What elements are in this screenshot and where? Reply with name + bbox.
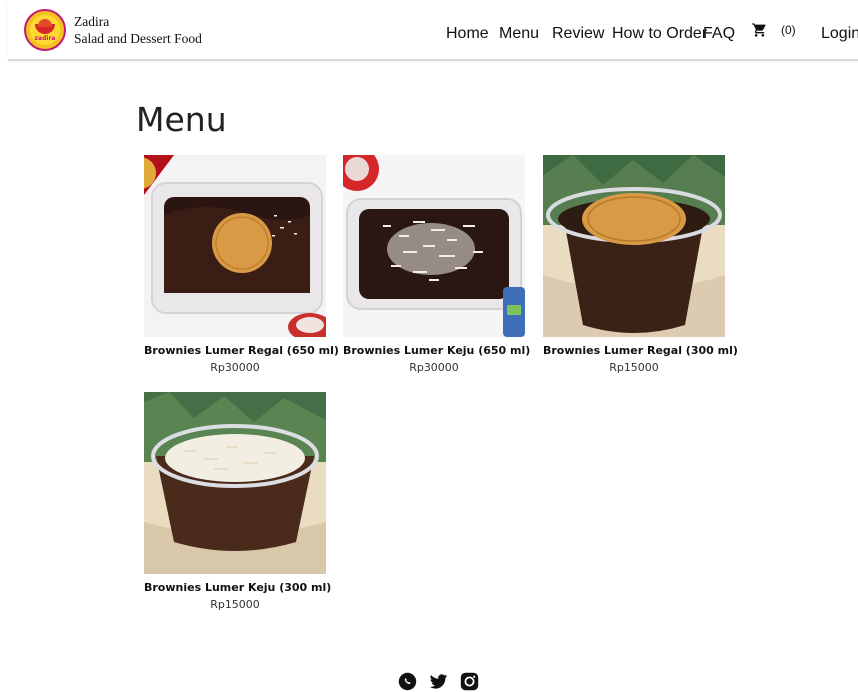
product-price: Rp30000: [210, 361, 260, 374]
product-name[interactable]: Brownies Lumer Keju (300 ml): [144, 581, 331, 594]
whatsapp-icon[interactable]: [398, 672, 417, 691]
twitter-icon[interactable]: [429, 672, 448, 691]
product-card-brownies-keju-650[interactable]: Brownies Lumer Keju (650 ml) Rp30000: [343, 155, 530, 374]
cart-button[interactable]: (0): [751, 22, 796, 38]
instagram-icon[interactable]: [460, 672, 479, 691]
product-image[interactable]: [343, 155, 525, 337]
nav-menu[interactable]: Menu: [499, 25, 539, 43]
nav-login[interactable]: Login: [821, 25, 858, 43]
product-image[interactable]: [144, 392, 326, 574]
product-card-brownies-regal-650[interactable]: Brownies Lumer Regal (650 ml) Rp30000: [144, 155, 339, 374]
cart-count: (0): [781, 23, 796, 37]
product-image[interactable]: [543, 155, 725, 337]
social-links: [398, 672, 479, 691]
nav-review[interactable]: Review: [552, 25, 604, 43]
product-image[interactable]: [144, 155, 326, 337]
product-card-brownies-keju-300[interactable]: Brownies Lumer Keju (300 ml) Rp15000: [144, 392, 331, 611]
main-nav: Home Menu Review How to Order FAQ (0) Lo…: [8, 0, 858, 61]
product-price: Rp15000: [609, 361, 659, 374]
product-price: Rp30000: [409, 361, 459, 374]
nav-faq[interactable]: FAQ: [703, 25, 735, 43]
nav-how-to-order[interactable]: How to Order: [612, 25, 707, 43]
nav-home[interactable]: Home: [446, 25, 489, 43]
product-name[interactable]: Brownies Lumer Regal (650 ml): [144, 344, 339, 357]
product-name[interactable]: Brownies Lumer Regal (300 ml): [543, 344, 738, 357]
product-name[interactable]: Brownies Lumer Keju (650 ml): [343, 344, 530, 357]
product-card-brownies-regal-300[interactable]: Brownies Lumer Regal (300 ml) Rp15000: [543, 155, 738, 374]
page-title: Menu: [136, 100, 227, 139]
shopping-cart-icon: [752, 23, 766, 37]
product-price: Rp15000: [210, 598, 260, 611]
navbar: zadira Zadira Salad and Dessert Food Hom…: [8, 0, 858, 61]
